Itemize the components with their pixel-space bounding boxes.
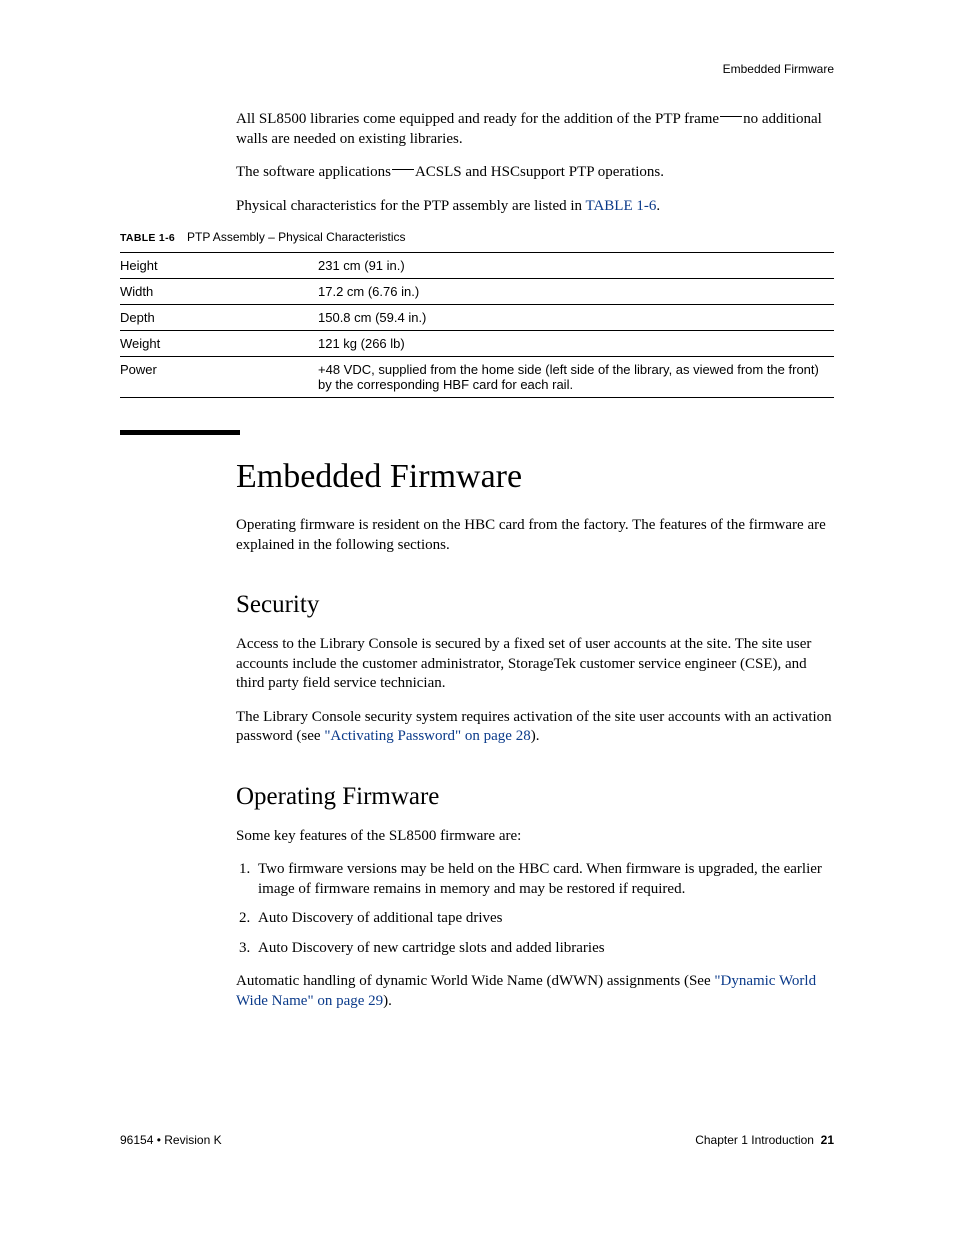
table-row: Depth150.8 cm (59.4 in.)	[120, 305, 834, 331]
table-cell-key: Weight	[120, 331, 318, 357]
intro-paragraph-2: The software applications ACSLS and HSCsu…	[236, 163, 834, 183]
section-heading-embedded-firmware: Embedded Firmware	[236, 458, 834, 496]
footer-left: 96154 • Revision K	[120, 1133, 222, 1147]
text: The software applications	[236, 164, 391, 180]
table-cell-value: 121 kg (266 lb)	[318, 331, 834, 357]
main-content: All SL8500 libraries come equipped and r…	[236, 110, 834, 1025]
security-paragraph-1: Access to the Library Console is secured…	[236, 635, 834, 694]
table-title: PTP Assembly – Physical Characteristics	[187, 230, 406, 244]
text: ).	[531, 728, 540, 744]
em-dash-icon	[392, 169, 414, 170]
list-item: Auto Discovery of new cartridge slots an…	[254, 939, 834, 959]
table-row: Weight121 kg (266 lb)	[120, 331, 834, 357]
activating-password-link[interactable]: "Activating Password" on page 28	[324, 728, 530, 744]
table-cell-key: Power	[120, 357, 318, 398]
operating-firmware-section: Operating Firmware Some key features of …	[236, 783, 834, 1012]
text: .	[656, 198, 660, 214]
operating-firmware-intro: Some key features of the SL8500 firmware…	[236, 827, 834, 847]
text: ACSLS and HSCsupport PTP operations.	[415, 164, 664, 180]
security-paragraph-2: The Library Console security system requ…	[236, 708, 834, 747]
section-heading-security: Security	[236, 591, 834, 619]
running-header: Embedded Firmware	[723, 62, 834, 76]
embedded-firmware-section: Embedded Firmware Operating firmware is …	[236, 458, 834, 555]
intro-paragraph-3: Physical characteristics for the PTP ass…	[236, 197, 834, 217]
embedded-firmware-paragraph: Operating firmware is resident on the HB…	[236, 516, 834, 555]
section-rule-icon	[120, 430, 240, 435]
page: Embedded Firmware All SL8500 libraries c…	[0, 0, 954, 1235]
text: Automatic handling of dynamic World Wide…	[236, 973, 714, 989]
table-row: Power+48 VDC, supplied from the home sid…	[120, 357, 834, 398]
text: Physical characteristics for the PTP ass…	[236, 198, 586, 214]
security-section: Security Access to the Library Console i…	[236, 591, 834, 747]
firmware-feature-list: Two firmware versions may be held on the…	[236, 860, 834, 958]
text: All SL8500 libraries come equipped and r…	[236, 111, 719, 127]
table-row: Width17.2 cm (6.76 in.)	[120, 279, 834, 305]
table-caption: TABLE 1-6 PTP Assembly – Physical Charact…	[120, 230, 834, 244]
list-item: Auto Discovery of additional tape drives	[254, 909, 834, 929]
table-label: TABLE 1-6	[120, 232, 175, 244]
footer-right: Chapter 1 Introduction 21	[695, 1133, 834, 1147]
table-cell-value: 17.2 cm (6.76 in.)	[318, 279, 834, 305]
text: ).	[383, 993, 392, 1009]
table-reference-link[interactable]: TABLE 1-6	[586, 198, 657, 214]
footer-chapter: Chapter 1 Introduction	[695, 1133, 814, 1147]
table-cell-key: Depth	[120, 305, 318, 331]
table-row: Height231 cm (91 in.)	[120, 253, 834, 279]
em-dash-icon	[720, 116, 742, 117]
list-item: Two firmware versions may be held on the…	[254, 860, 834, 899]
intro-paragraph-1: All SL8500 libraries come equipped and r…	[236, 110, 834, 149]
operating-firmware-paragraph-2: Automatic handling of dynamic World Wide…	[236, 972, 834, 1011]
section-heading-operating-firmware: Operating Firmware	[236, 783, 834, 811]
table-cell-value: +48 VDC, supplied from the home side (le…	[318, 357, 834, 398]
table-cell-value: 150.8 cm (59.4 in.)	[318, 305, 834, 331]
table-cell-key: Height	[120, 253, 318, 279]
ptp-spec-table: Height231 cm (91 in.)Width17.2 cm (6.76 …	[120, 252, 834, 398]
footer-page-number: 21	[821, 1133, 834, 1147]
table-cell-key: Width	[120, 279, 318, 305]
table-cell-value: 231 cm (91 in.)	[318, 253, 834, 279]
page-footer: 96154 • Revision K Chapter 1 Introductio…	[120, 1133, 834, 1147]
